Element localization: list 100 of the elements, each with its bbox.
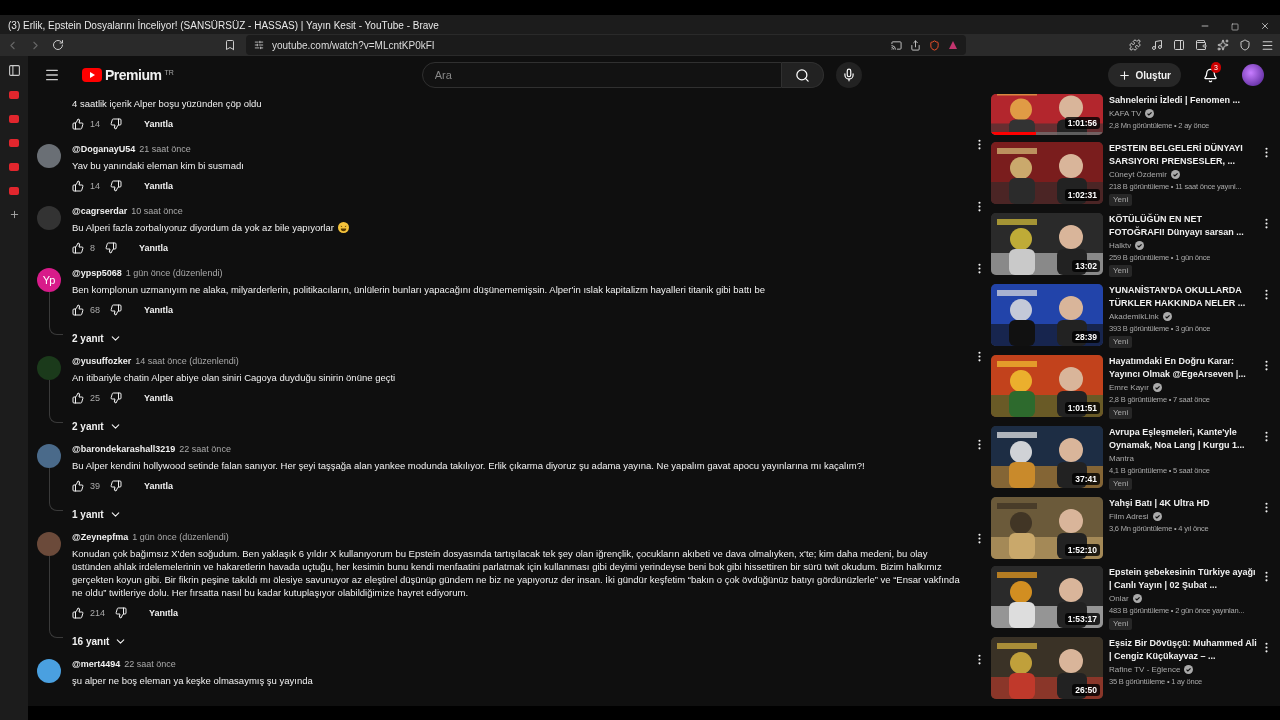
logo-text[interactable]: Premium — [105, 67, 162, 83]
video-title[interactable]: Epstein şebekesinin Türkiye ayağı | Canlı Yayın | 02 Şubat ... — [1109, 566, 1273, 592]
channel-icon[interactable] — [9, 187, 19, 195]
user-avatar — [37, 356, 61, 380]
dislike-icon[interactable] — [110, 180, 122, 192]
thread-line — [49, 468, 63, 511]
replies-toggle[interactable]: 1 yanıt — [72, 508, 122, 521]
reply-button[interactable]: Yanıtla — [144, 119, 174, 129]
sparkle-icon[interactable] — [1217, 39, 1229, 51]
reply-button[interactable]: Yanıtla — [139, 243, 169, 253]
reply-button[interactable]: Yanıtla — [144, 481, 174, 491]
dislike-icon[interactable] — [110, 304, 122, 316]
replies-toggle[interactable]: 16 yanıt — [72, 635, 128, 648]
video-title[interactable]: Hayatımdaki En Doğru Karar: Yayıncı Olmak @EgeArseven |... — [1109, 355, 1273, 381]
dislike-icon[interactable] — [105, 242, 117, 254]
comment-author[interactable]: @yusuffozker — [72, 356, 132, 366]
create-button[interactable]: Oluştur — [1108, 63, 1181, 87]
verified-icon — [1135, 241, 1145, 250]
comment-author[interactable]: @mert4494 — [72, 659, 121, 669]
reply-button[interactable]: Yanıtla — [144, 393, 174, 403]
channel-name[interactable]: Rafine TV - Eğlence — [1109, 664, 1181, 675]
comment-author[interactable]: @Zeynepfma — [72, 532, 129, 542]
channel-icon[interactable] — [9, 163, 19, 171]
search-field[interactable]: Ara — [421, 62, 782, 88]
notifications-icon[interactable] — [1203, 67, 1218, 83]
search-button[interactable] — [781, 62, 824, 88]
channel-icon[interactable] — [9, 115, 19, 123]
channel-name[interactable]: KAFA TV — [1109, 108, 1142, 119]
channel-icon[interactable] — [9, 139, 19, 147]
menu-icon[interactable] — [1261, 38, 1274, 52]
like-count: 25 — [90, 393, 100, 403]
search-icon — [794, 67, 810, 83]
replies-toggle[interactable]: 2 yanıt — [72, 332, 122, 345]
video-title[interactable]: Eşsiz Bir Dövüşçü: Muhammed Ali | Cengiz Küçükayvaz – ... — [1109, 637, 1273, 663]
reload-icon[interactable] — [52, 39, 64, 51]
account-avatar[interactable] — [1242, 64, 1264, 86]
like-icon[interactable] — [72, 607, 84, 619]
comment-time: 22 saat önce — [124, 659, 176, 669]
wallet-icon[interactable] — [1195, 39, 1207, 51]
video-duration: 1:52:10 — [1064, 544, 1100, 556]
mic-button[interactable] — [835, 62, 862, 88]
video-duration: 37:41 — [1072, 473, 1100, 485]
like-count: 68 — [90, 305, 100, 315]
channel-name[interactable]: Onlar — [1109, 593, 1129, 604]
video-duration: 1:53:17 — [1064, 613, 1100, 625]
window-title: (3) Erlik, Epstein Dosyalarını İnceliyor! (SANSÜRSÜZ - HASSAS) | Yayın Kesit - YouTube - Brave — [8, 20, 440, 31]
sidebar-icon[interactable] — [7, 64, 21, 77]
dislike-icon[interactable] — [110, 118, 122, 130]
play-logo-icon[interactable] — [82, 68, 102, 82]
share-icon[interactable] — [910, 39, 921, 51]
sidebar-icon[interactable] — [1173, 39, 1185, 51]
channel-name[interactable]: Cüneyt Özdemir — [1109, 169, 1167, 180]
channel-name[interactable]: AkademikLink — [1109, 311, 1159, 322]
video-title[interactable]: EPSTEIN BELGELERİ DÜNYAYI SARSIYOR! PRENSESLER, ... — [1109, 142, 1273, 168]
verified-icon — [1145, 109, 1155, 118]
video-title[interactable]: Avrupa Eşleşmeleri, Kante'yle Oynamak, Noa Lang | Kurgu 1... — [1109, 426, 1273, 452]
channel-name[interactable]: Film Adresi — [1109, 511, 1149, 522]
comment-author[interactable]: @ypsp5068 — [72, 268, 122, 278]
thread-line — [49, 380, 63, 423]
like-icon[interactable] — [72, 480, 84, 492]
menu-icon[interactable] — [44, 67, 60, 83]
cast-icon[interactable] — [891, 39, 902, 51]
dislike-icon[interactable] — [110, 392, 122, 404]
reply-button[interactable]: Yanıtla — [149, 608, 179, 618]
video-title[interactable]: KÖTÜLÜĞÜN EN NET FOTOĞRAFI! Dünyayı sarsan ... — [1109, 213, 1273, 239]
bookmark-icon[interactable] — [224, 39, 236, 51]
channel-name[interactable]: Emre Kayır — [1109, 382, 1149, 393]
like-icon[interactable] — [72, 180, 84, 192]
plus-icon — [1118, 68, 1132, 82]
dislike-icon[interactable] — [110, 480, 122, 492]
reply-button[interactable]: Yanıtla — [144, 181, 174, 191]
comment-author[interactable]: @DoganayU54 — [72, 144, 136, 154]
shield-icon[interactable] — [1239, 39, 1251, 51]
like-count: 214 — [90, 608, 106, 618]
like-icon[interactable] — [72, 242, 84, 254]
video-title[interactable]: Sahnelerini İzledi | Fenomen ... — [1109, 94, 1273, 107]
address-bar[interactable]: youtube.com/watch?v=MLcntKP0kFI — [246, 35, 966, 55]
comment-author[interactable]: @cagrserdar — [72, 206, 128, 216]
channel-name[interactable]: Halktv — [1109, 240, 1132, 251]
comment-text: şu alper ne boş eleman ya keşke olmasaymış şu yayında — [72, 674, 313, 687]
verified-icon — [1170, 170, 1180, 179]
site-settings-icon[interactable] — [254, 40, 264, 50]
channel-name[interactable]: Mantra — [1109, 453, 1134, 464]
like-icon[interactable] — [72, 118, 84, 130]
comment-text: Konudan çok bağımsız X'den soğudum. Ben yaklaşık 6 yıldır X kullanıyorum bu Epstein dosyasında tartışılacak tek şey olan iğrençlik, çocukların akıbeti ve dava olmalıyken, x'te; kim daha medeni, bu olay üstünden ahlak irdelemelerinin ve hakaretlerin havada uçtuğu, her kesimin bunu kendi menfaatini parlatmak için kullanması gibi deyimi yerindeyse beni bok gibi hissettiren bir sürü twit okudum. Bizim halkımız gerçekten koyun gibi. Bir fikrin peşine takıldı mı ölesiye savunuyor az eleştirel düşünüp gündem ne biz ne yapıyoruz der insan. İki gündür keşfetim “bakın o çok övdüğünüz batıyı gördünüzlerle” ve “Ensar vakfında ne oldu” twitleriye dolu. Her fırsatta nasıl bu kadar kutuplaşıyor olabildiğimize hayret ediyorum. — [72, 547, 961, 599]
replies-toggle[interactable]: 2 yanıt — [72, 420, 122, 433]
reply-button[interactable]: Yanıtla — [144, 305, 174, 315]
channel-icon[interactable] — [9, 91, 19, 99]
triangle-icon[interactable] — [948, 40, 958, 50]
video-title[interactable]: YUNANİSTAN'DA OKULLARDA TÜRKLER HAKKINDA NELER ... — [1109, 284, 1273, 310]
like-icon[interactable] — [72, 304, 84, 316]
shield-icon[interactable] — [929, 39, 940, 51]
like-icon[interactable] — [72, 392, 84, 404]
extension-icon[interactable] — [1129, 39, 1141, 51]
add-icon[interactable] — [8, 209, 20, 220]
dislike-icon[interactable] — [115, 607, 128, 619]
new-badge: Yeni — [1109, 478, 1133, 490]
comment-author[interactable]: @barondekarashall3219 — [72, 444, 176, 454]
video-title[interactable]: Yahşi Batı | 4K Ultra HD — [1109, 497, 1273, 510]
music-icon[interactable] — [1151, 39, 1163, 51]
